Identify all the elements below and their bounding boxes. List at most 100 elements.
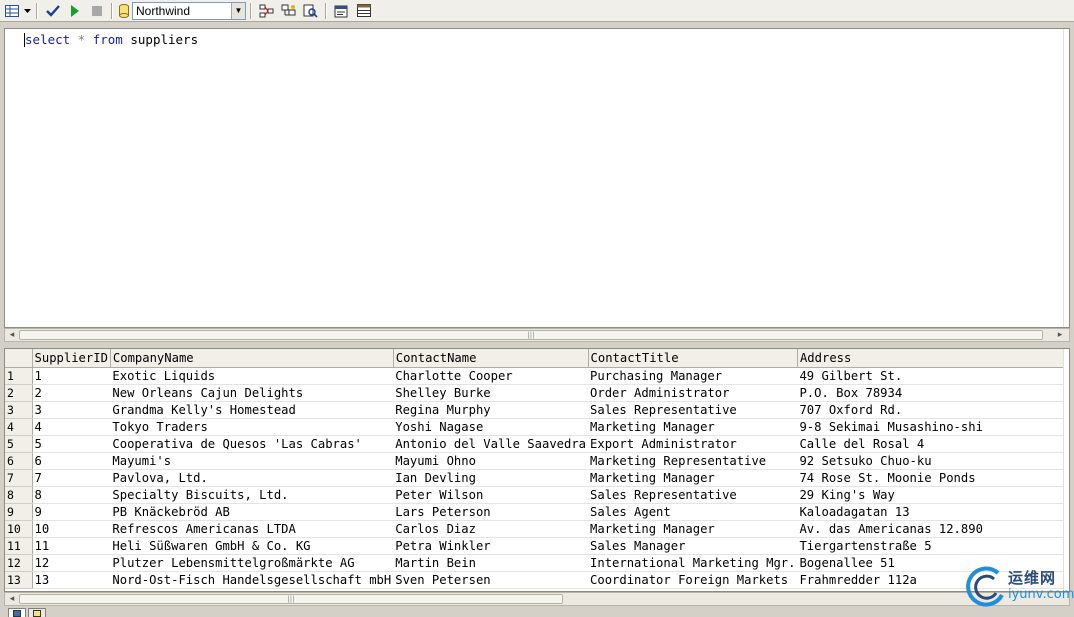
parse-check-icon[interactable] — [43, 2, 63, 20]
table-cell[interactable]: Order Administrator — [588, 384, 798, 402]
table-cell[interactable]: 4 — [32, 418, 111, 436]
table-row[interactable]: 12 12 Plutzer Lebensmittelgroßmärkte AG Mar… — [5, 554, 1069, 572]
table-cell[interactable]: Antonio del Valle Saavedra — [393, 435, 589, 453]
table-cell[interactable]: 6 — [32, 452, 111, 470]
table-cell[interactable]: Sales Agent — [588, 503, 798, 521]
table-cell[interactable]: 13 — [32, 571, 111, 589]
table-cell[interactable]: 74 Rose St. Moonie Ponds — [797, 469, 1069, 487]
table-row[interactable]: 10 10 Refrescos Americanas LTDA Carlos Diaz… — [5, 520, 1069, 538]
table-cell[interactable]: Calle del Rosal 4 — [797, 435, 1069, 453]
table-cell[interactable]: Charlotte Cooper — [393, 367, 589, 385]
sql-query-text[interactable]: select * from suppliers — [25, 32, 198, 47]
table-cell[interactable]: 49 Gilbert St. — [797, 367, 1069, 385]
row-number[interactable]: 4 — [5, 418, 33, 436]
table-row[interactable]: 5 5 Cooperativa de Quesos 'Las Cabras' Anto… — [5, 435, 1069, 453]
table-cell[interactable]: 7 — [32, 469, 111, 487]
table-cell[interactable]: Peter Wilson — [393, 486, 589, 504]
table-cell[interactable]: International Marketing Mgr. — [588, 554, 798, 572]
table-cell[interactable]: Marketing Manager — [588, 520, 798, 538]
row-number[interactable]: 3 — [5, 401, 33, 419]
table-cell[interactable]: Kaloadagatan 13 — [797, 503, 1069, 521]
column-header[interactable]: Address — [797, 349, 1069, 368]
chevron-down-icon[interactable]: ▼ — [231, 2, 245, 19]
table-cell[interactable]: Nord-Ost-Fisch Handelsgesellschaft mbH — [110, 571, 394, 589]
scroll-thumb[interactable]: ||| — [19, 594, 563, 604]
row-number[interactable]: 6 — [5, 452, 33, 470]
row-number[interactable]: 12 — [5, 554, 33, 572]
cancel-stop-icon[interactable] — [87, 2, 107, 20]
table-row[interactable]: 4 4 Tokyo Traders Yoshi Nagase Marketing Man… — [5, 418, 1069, 436]
table-cell[interactable]: Carlos Diaz — [393, 520, 589, 538]
table-row[interactable]: 11 11 Heli Süßwaren GmbH & Co. KG Petra Win… — [5, 537, 1069, 555]
table-cell[interactable]: Shelley Burke — [393, 384, 589, 402]
properties-icon[interactable] — [332, 2, 352, 20]
object-search-icon[interactable] — [279, 2, 299, 20]
table-cell[interactable]: 707 Oxford Rd. — [797, 401, 1069, 419]
table-cell[interactable]: Heli Süßwaren GmbH & Co. KG — [110, 537, 394, 555]
table-row[interactable]: 6 6 Mayumi's Mayumi Ohno Marketing Represent… — [5, 452, 1069, 470]
table-cell[interactable]: 12 — [32, 554, 111, 572]
table-row[interactable]: 8 8 Specialty Biscuits, Ltd. Peter Wilson Sa… — [5, 486, 1069, 504]
table-cell[interactable]: Sales Manager — [588, 537, 798, 555]
table-cell[interactable]: Petra Winkler — [393, 537, 589, 555]
table-cell[interactable]: Tiergartenstraße 5 — [797, 537, 1069, 555]
table-row[interactable]: 9 9 PB Knäckebröd AB Lars Peterson Sales Age… — [5, 503, 1069, 521]
results-grid-icon[interactable] — [354, 2, 374, 20]
grid-vertical-scrollbar[interactable] — [1063, 349, 1069, 591]
table-cell[interactable]: PB Knäckebröd AB — [110, 503, 394, 521]
scroll-left-icon[interactable]: ◂ — [5, 594, 19, 604]
table-cell[interactable]: Marketing Representative — [588, 452, 798, 470]
table-cell[interactable]: 92 Setsuko Chuo-ku — [797, 452, 1069, 470]
tab-grids[interactable] — [8, 608, 26, 617]
scroll-thumb[interactable]: ||| — [19, 330, 1043, 340]
row-number[interactable]: 2 — [5, 384, 33, 402]
table-cell[interactable]: 3 — [32, 401, 111, 419]
table-cell[interactable]: Marketing Manager — [588, 469, 798, 487]
table-cell[interactable]: Exotic Liquids — [110, 367, 394, 385]
table-cell[interactable]: New Orleans Cajun Delights — [110, 384, 394, 402]
table-cell[interactable]: 29 King's Way — [797, 486, 1069, 504]
table-cell[interactable]: Mayumi's — [110, 452, 394, 470]
table-cell[interactable]: Sales Representative — [588, 401, 798, 419]
table-cell[interactable]: 9 — [32, 503, 111, 521]
editor-vertical-scrollbar[interactable] — [1063, 29, 1069, 327]
table-row[interactable]: 7 7 Pavlova, Ltd. Ian Devling Marketing Mana… — [5, 469, 1069, 487]
table-row[interactable]: 2 2 New Orleans Cajun Delights Shelley Burk… — [5, 384, 1069, 402]
table-row[interactable]: 1 1 Exotic Liquids Charlotte Cooper Purchasi… — [5, 367, 1069, 385]
sql-editor[interactable]: select * from suppliers — [4, 28, 1070, 328]
row-number[interactable]: 1 — [5, 367, 33, 385]
table-cell[interactable]: P.O. Box 78934 — [797, 384, 1069, 402]
column-header[interactable]: ContactName — [393, 349, 589, 368]
grid-corner[interactable] — [5, 349, 33, 368]
row-number[interactable]: 5 — [5, 435, 33, 453]
table-row[interactable]: 13 13 Nord-Ost-Fisch Handelsgesellschaft m… — [5, 571, 1069, 589]
table-cell[interactable]: 8 — [32, 486, 111, 504]
table-cell[interactable]: Cooperativa de Quesos 'Las Cabras' — [110, 435, 394, 453]
table-cell[interactable]: Martin Bein — [393, 554, 589, 572]
row-number[interactable]: 7 — [5, 469, 33, 487]
row-number[interactable]: 9 — [5, 503, 33, 521]
table-cell[interactable]: Export Administrator — [588, 435, 798, 453]
table-cell[interactable]: Mayumi Ohno — [393, 452, 589, 470]
table-cell[interactable]: Regina Murphy — [393, 401, 589, 419]
column-header[interactable]: CompanyName — [110, 349, 394, 368]
table-cell[interactable]: Ian Devling — [393, 469, 589, 487]
table-cell[interactable]: 2 — [32, 384, 111, 402]
table-cell[interactable]: 5 — [32, 435, 111, 453]
table-cell[interactable]: Plutzer Lebensmittelgroßmärkte AG — [110, 554, 394, 572]
table-cell[interactable]: Av. das Americanas 12.890 — [797, 520, 1069, 538]
row-number[interactable]: 11 — [5, 537, 33, 555]
table-cell[interactable]: 10 — [32, 520, 111, 538]
table-cell[interactable]: Sales Representative — [588, 486, 798, 504]
table-cell[interactable]: Sven Petersen — [393, 571, 589, 589]
column-header[interactable]: SupplierID — [32, 349, 111, 368]
table-cell[interactable]: Specialty Biscuits, Ltd. — [110, 486, 394, 504]
execute-play-icon[interactable] — [65, 2, 85, 20]
dropdown-arrow-icon[interactable] — [22, 2, 32, 20]
row-number[interactable]: 8 — [5, 486, 33, 504]
table-cell[interactable]: Purchasing Manager — [588, 367, 798, 385]
grid-view-icon[interactable] — [2, 2, 22, 20]
table-cell[interactable]: Lars Peterson — [393, 503, 589, 521]
editor-horizontal-scrollbar[interactable]: ◂ ||| ▸ — [4, 328, 1070, 342]
table-cell[interactable]: Bogenallee 51 — [797, 554, 1069, 572]
